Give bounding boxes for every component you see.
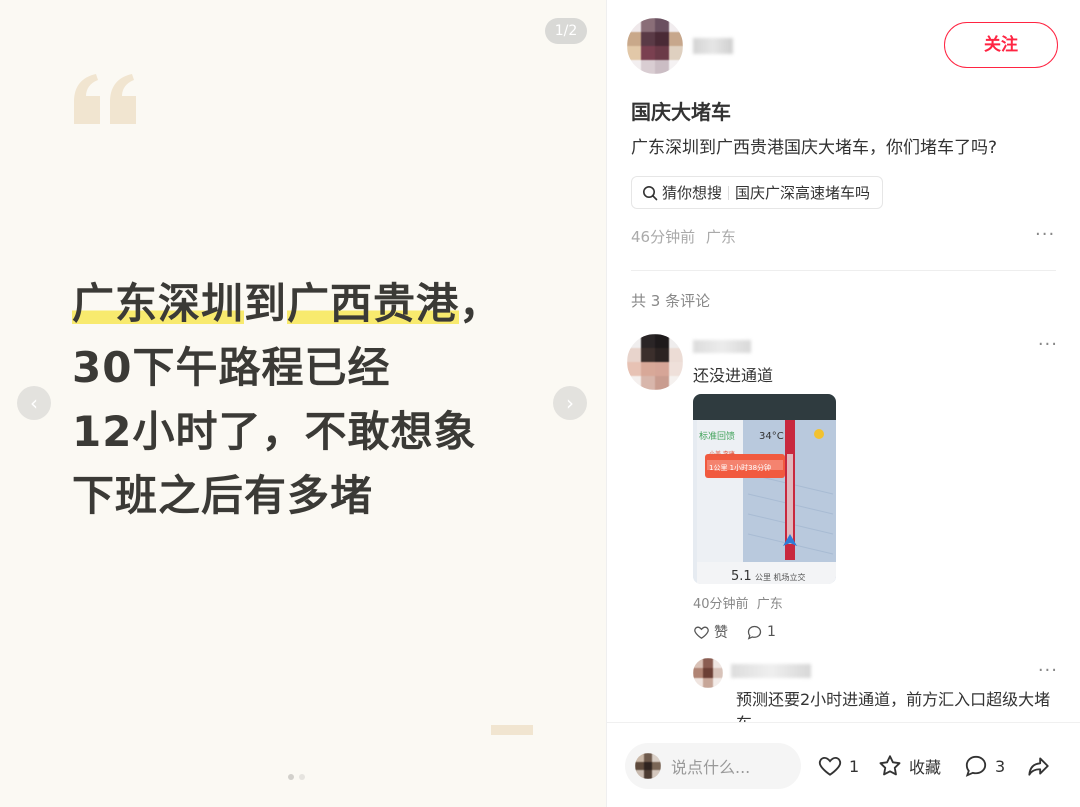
image-text-segment: 12小时了，不敢想象 xyxy=(72,407,477,456)
heart-icon xyxy=(818,756,842,776)
carousel-dots xyxy=(288,774,305,780)
image-text-segment: 到 xyxy=(244,279,288,328)
note-description: 广东深圳到广西贵港国庆大堵车，你们堵车了吗? xyxy=(631,138,998,158)
svg-text:公里 机场立交: 公里 机场立交 xyxy=(755,572,806,582)
author-avatar[interactable] xyxy=(627,18,683,74)
follow-button[interactable]: 关注 xyxy=(944,22,1058,68)
collect-button[interactable]: 收藏 xyxy=(877,753,941,779)
comment-bubble-icon xyxy=(747,625,762,640)
comment-reply-button[interactable]: 1 xyxy=(746,624,776,641)
star-icon xyxy=(879,755,901,776)
like-count: 1 xyxy=(849,756,860,776)
note-image-viewer[interactable]: 1/2 广东深圳到广西贵港， 30下午路程已经 12小时了，不敢想象 下班之后有多堵 … xyxy=(0,0,606,807)
chevron-left-icon: ‹ xyxy=(30,391,38,415)
comment-count: 共 3 条评论 xyxy=(631,292,711,310)
comment-more-button[interactable]: ··· xyxy=(1038,334,1058,355)
divider xyxy=(631,270,1056,271)
decorative-bar xyxy=(491,725,533,735)
replier-avatar[interactable] xyxy=(693,658,723,688)
svg-text:1公里 1小时38分钟: 1公里 1小时38分钟 xyxy=(709,463,771,472)
quote-mark-icon xyxy=(70,72,140,126)
comment-like-button[interactable]: 赞 xyxy=(693,622,728,642)
comment-actions: 赞 1 xyxy=(693,622,776,642)
carousel-dot-active[interactable] xyxy=(288,774,294,780)
collect-label: 收藏 xyxy=(909,758,942,777)
comment-image[interactable]: 标准回馈 34°C 小美 李康 1公里 1小时38分钟 5.1 公里 机场立交 xyxy=(693,394,836,584)
like-button[interactable]: 1 xyxy=(817,753,859,779)
heart-icon xyxy=(694,626,709,639)
highlighted-text: 广东深圳 xyxy=(72,279,245,328)
author-name[interactable] xyxy=(693,38,733,54)
comment-button[interactable]: 3 xyxy=(963,753,1005,779)
note-title: 国庆大堵车 xyxy=(631,100,731,124)
comment-time: 40分钟前 xyxy=(693,597,749,612)
comment-like-label: 赞 xyxy=(714,625,728,641)
svg-text:标准回馈: 标准回馈 xyxy=(699,430,735,442)
comment-bubble-icon xyxy=(965,755,987,777)
author-row: 关注 xyxy=(627,18,1058,74)
image-text-line: 12小时了，不敢想象 xyxy=(72,400,592,464)
share-button[interactable] xyxy=(1025,753,1051,779)
comment-location: 广东 xyxy=(756,597,783,612)
search-prefix: 猜你想搜 xyxy=(662,184,723,202)
note-detail-panel: 关注 国庆大堵车 广东深圳到广西贵港国庆大堵车，你们堵车了吗? 猜你想搜 国庆广… xyxy=(606,0,1080,807)
note-more-button[interactable]: ··· xyxy=(1035,224,1055,245)
divider xyxy=(728,185,730,200)
chevron-right-icon: › xyxy=(566,391,574,415)
navigation-screenshot: 标准回馈 34°C 小美 李康 1公里 1小时38分钟 5.1 公里 机场立交 xyxy=(693,394,836,584)
svg-text:34°C: 34°C xyxy=(759,431,784,442)
note-image-text: 广东深圳到广西贵港， 30下午路程已经 12小时了，不敢想象 下班之后有多堵 xyxy=(72,272,592,528)
page-indicator: 1/2 xyxy=(545,18,587,44)
comment-meta: 40分钟前 广东 xyxy=(693,593,783,612)
note-time: 46分钟前 xyxy=(631,228,696,246)
replier-name[interactable] xyxy=(731,664,811,678)
image-text-segment: 30下午路程已经 xyxy=(72,343,391,392)
image-text-line: 广东深圳到广西贵港， xyxy=(72,272,592,336)
carousel-dot[interactable] xyxy=(299,774,305,780)
comment-input-placeholder: 说点什么... xyxy=(671,758,751,777)
svg-text:5.1: 5.1 xyxy=(731,569,752,584)
image-text-segment: 下班之后有多堵 xyxy=(72,471,374,520)
image-text-line: 下班之后有多堵 xyxy=(72,464,592,528)
next-image-button[interactable]: › xyxy=(553,386,587,420)
share-icon xyxy=(1028,757,1049,776)
note-location: 广东 xyxy=(705,228,736,246)
related-search-chip[interactable]: 猜你想搜 国庆广深高速堵车吗 xyxy=(631,176,884,209)
image-text-line: 30下午路程已经 xyxy=(72,336,592,400)
my-avatar xyxy=(635,753,661,779)
bottom-action-bar: 说点什么... 1 收藏 3 xyxy=(607,722,1080,807)
comment-count-bottom: 3 xyxy=(995,756,1006,776)
note-meta: 46分钟前 广东 xyxy=(631,226,736,247)
prev-image-button[interactable]: ‹ xyxy=(17,386,51,420)
comment-text: 还没进通道 xyxy=(693,366,774,385)
svg-text:小美 李康: 小美 李康 xyxy=(709,450,735,458)
highlighted-text: 广西贵港 xyxy=(287,279,460,328)
reply-more-button[interactable]: ··· xyxy=(1038,660,1058,681)
image-text-segment: ， xyxy=(459,279,503,328)
comment-input[interactable]: 说点什么... xyxy=(625,743,801,789)
reply-text: 预测还要2小时进通道，前方汇入口超级大堵车 xyxy=(736,690,1051,722)
search-icon xyxy=(643,185,658,200)
commenter-name[interactable] xyxy=(693,340,751,353)
app-root: 1/2 广东深圳到广西贵港， 30下午路程已经 12小时了，不敢想象 下班之后有多堵 … xyxy=(0,0,1080,807)
comment-reply-count: 1 xyxy=(767,624,776,640)
search-term: 国庆广深高速堵车吗 xyxy=(735,184,871,202)
commenter-avatar[interactable] xyxy=(627,334,683,390)
